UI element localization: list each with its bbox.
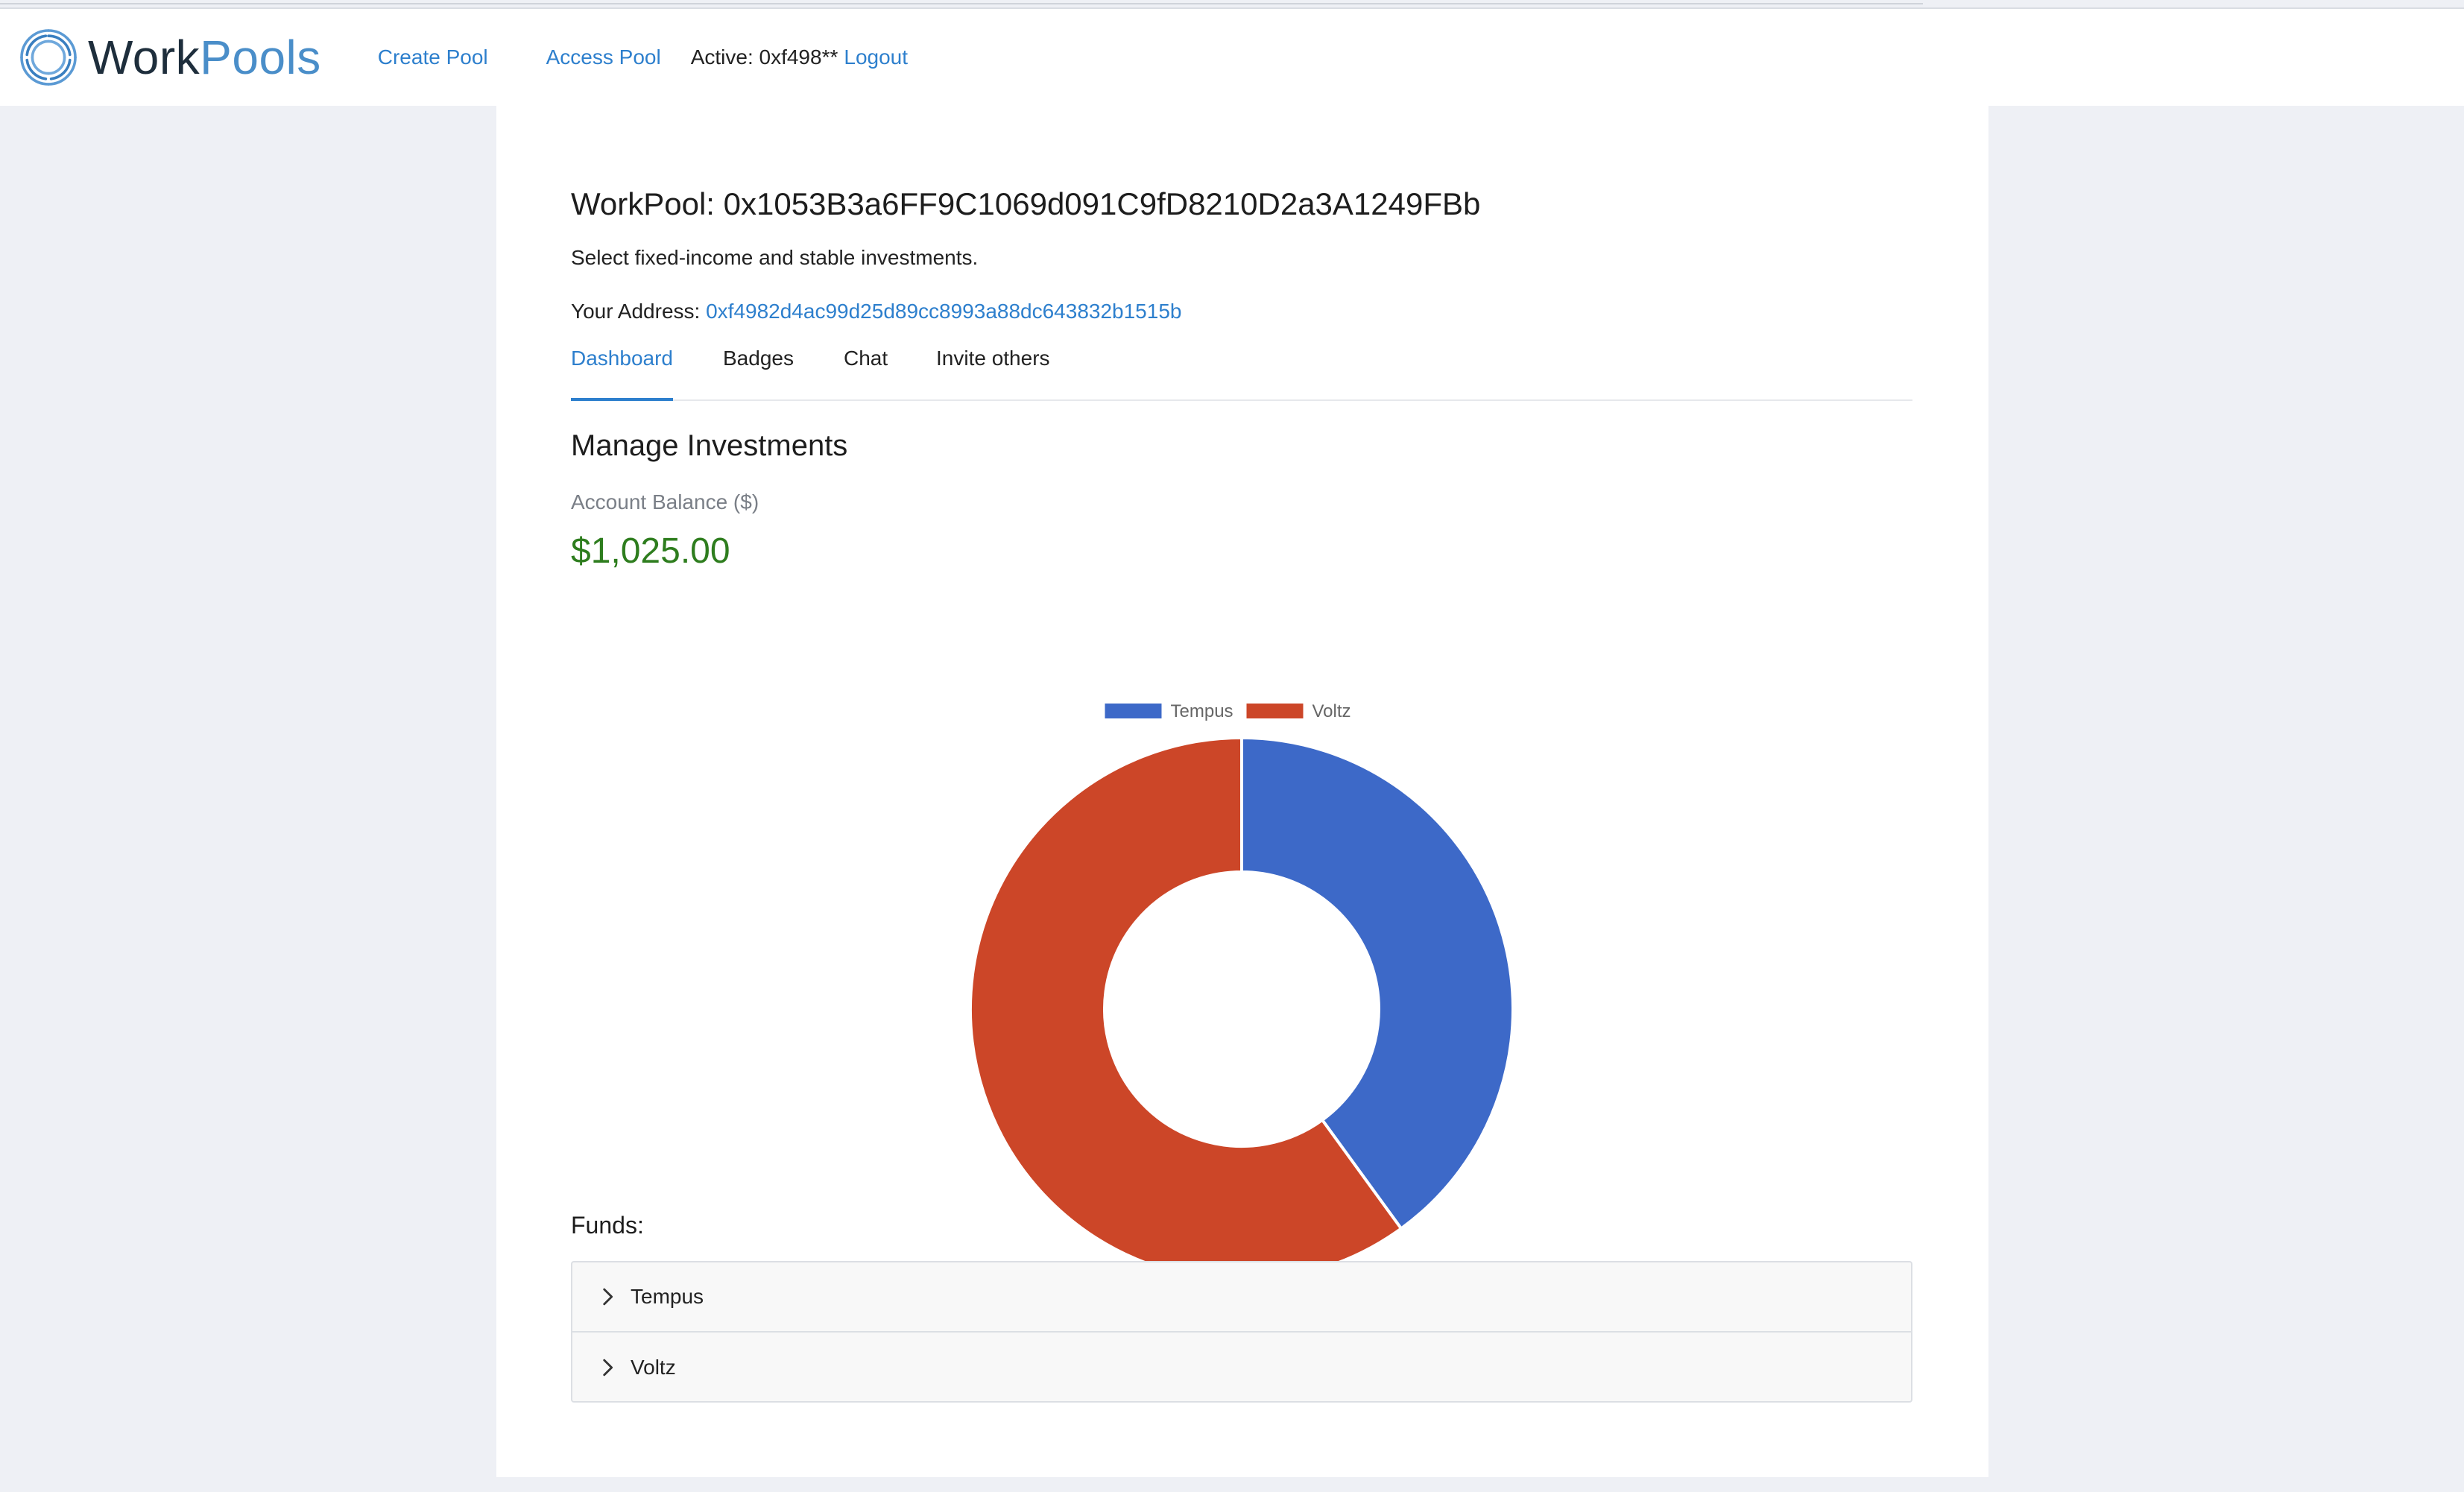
active-account-text: Active: 0xf498** <box>690 45 838 69</box>
swirl-logo-icon <box>20 29 77 86</box>
legend-swatch-voltz[interactable] <box>1246 704 1304 718</box>
your-address-row: Your Address: 0xf4982d4ac99d25d89cc8993a… <box>571 300 1181 323</box>
workpools-logo[interactable]: WorkPools <box>15 24 321 91</box>
funds-label: Funds: <box>571 1212 644 1239</box>
legend-label-tempus[interactable]: Tempus <box>1171 701 1233 721</box>
logout-link[interactable]: Logout <box>844 45 908 69</box>
account-balance-label: Account Balance ($) <box>571 490 759 513</box>
logo-text-work: Work <box>88 31 200 84</box>
access-pool-link[interactable]: Access Pool <box>546 45 661 69</box>
fund-item-voltz[interactable]: Voltz <box>572 1333 1911 1403</box>
tab-chat[interactable]: Chat <box>844 343 888 401</box>
investments-donut-chart: Tempus Voltz <box>944 590 1540 1291</box>
account-balance-value: $1,025.00 <box>571 531 730 571</box>
pool-tabs: Dashboard Badges Chat Invite others <box>571 343 1912 401</box>
funds-accordion: Tempus Voltz <box>571 1261 1912 1403</box>
your-address-label: Your Address: <box>571 300 701 323</box>
tab-badges[interactable]: Badges <box>723 343 794 401</box>
your-address-link[interactable]: 0xf4982d4ac99d25d89cc8993a88dc643832b151… <box>706 300 1181 323</box>
legend-swatch-tempus[interactable] <box>1105 704 1162 718</box>
fund-item-label: Voltz <box>631 1356 676 1379</box>
tab-invite-others[interactable]: Invite others <box>936 343 1050 401</box>
legend-label-voltz[interactable]: Voltz <box>1312 701 1351 721</box>
chevron-right-icon <box>603 1359 613 1376</box>
fund-item-tempus[interactable]: Tempus <box>572 1262 1911 1333</box>
fund-item-label: Tempus <box>631 1285 704 1308</box>
pool-description: Select fixed-income and stable investmen… <box>571 246 979 269</box>
manage-investments-heading: Manage Investments <box>571 429 848 462</box>
logo-text-pools: Pools <box>200 31 321 84</box>
top-border-line <box>0 0 1923 4</box>
main-panel: WorkPool: 0x1053B3a6FF9C1069d091C9fD8210… <box>496 106 1988 1477</box>
create-pool-link[interactable]: Create Pool <box>378 45 488 69</box>
page-title: WorkPool: 0x1053B3a6FF9C1069d091C9fD8210… <box>571 186 1481 221</box>
tab-dashboard[interactable]: Dashboard <box>571 343 673 401</box>
top-nav-bar: WorkPools Create Pool Access Pool Active… <box>0 9 2464 106</box>
donut-chart-svg: Tempus Voltz <box>969 701 1514 1282</box>
logo-text: WorkPools <box>88 30 321 85</box>
chevron-right-icon <box>603 1288 613 1306</box>
